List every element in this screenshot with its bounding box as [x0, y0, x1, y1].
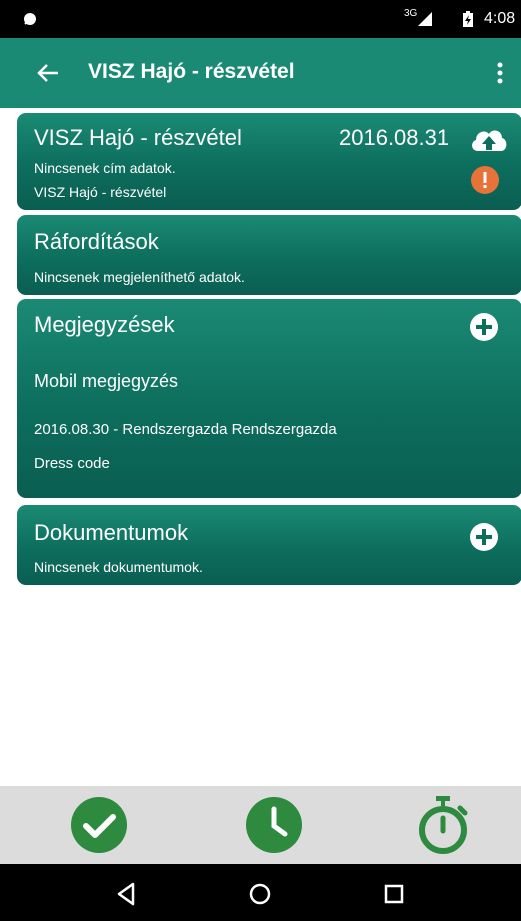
cloud-upload-icon[interactable]	[468, 123, 510, 157]
network-type: 3G	[404, 8, 418, 19]
status-bar: 3G 4:08	[0, 0, 521, 38]
note-meta: 2016.08.30 - Rendszergazda Rendszergazda	[34, 421, 337, 438]
bottom-action-bar	[0, 786, 521, 864]
check-circle-icon[interactable]	[68, 794, 130, 856]
note-title[interactable]: Mobil megjegyzés	[34, 371, 178, 392]
notes-card[interactable]: Megjegyzések Mobil megjegyzés 2016.08.30…	[17, 299, 521, 498]
documents-title: Dokumentumok	[34, 520, 189, 545]
battery-icon	[463, 11, 473, 27]
notes-title: Megjegyzések	[34, 312, 175, 337]
nav-back-icon[interactable]	[112, 880, 140, 908]
documents-card[interactable]: Dokumentumok Nincsenek dokumentumok.	[17, 505, 521, 585]
app-bar: VISZ Hajó - részvétel	[0, 38, 521, 108]
add-note-plus-circle-icon[interactable]	[469, 312, 499, 342]
system-navigation-bar	[0, 864, 521, 921]
note-body: Dress code	[34, 455, 110, 472]
event-title: VISZ Hajó - részvétel	[34, 125, 242, 150]
event-subtitle: VISZ Hajó - részvétel	[34, 184, 167, 200]
app-bar-title: VISZ Hajó - részvétel	[88, 60, 295, 83]
event-address: Nincsenek cím adatok.	[34, 160, 176, 176]
clock-time: 4:08	[484, 10, 516, 27]
stopwatch-icon[interactable]	[412, 794, 474, 856]
nav-home-icon[interactable]	[246, 880, 274, 908]
warning-icon[interactable]	[470, 165, 500, 195]
overflow-menu-icon[interactable]	[488, 58, 512, 88]
event-card[interactable]: VISZ Hajó - részvétel 2016.08.31 Nincsen…	[17, 113, 521, 210]
expenses-empty-text: Nincsenek megjeleníthető adatok.	[34, 269, 245, 285]
documents-empty-text: Nincsenek dokumentumok.	[34, 559, 203, 575]
nav-recents-icon[interactable]	[380, 880, 408, 908]
back-arrow-icon[interactable]	[34, 59, 62, 87]
expenses-card[interactable]: Ráfordítások Nincsenek megjeleníthető ad…	[17, 215, 521, 295]
event-date: 2016.08.31	[339, 125, 450, 150]
add-document-plus-circle-icon[interactable]	[469, 522, 499, 552]
signal-icon	[418, 12, 432, 26]
notification-icon	[24, 13, 36, 25]
clock-icon[interactable]	[243, 794, 305, 856]
expenses-title: Ráfordítások	[34, 229, 159, 254]
